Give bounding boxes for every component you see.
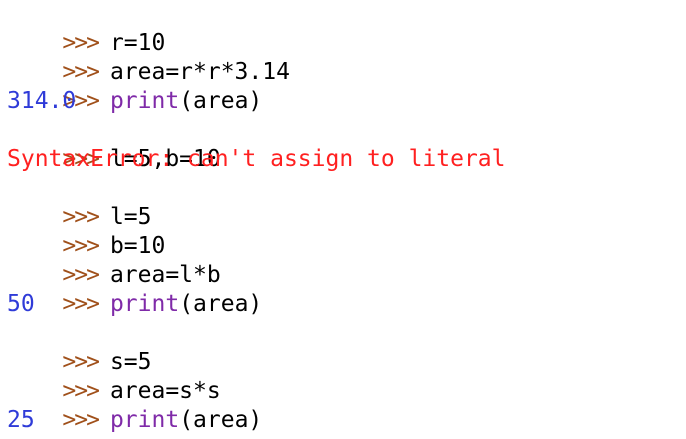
builtin-keyword: print xyxy=(109,291,180,317)
shell-line-error: SyntaxError: can't assign to literal xyxy=(7,146,506,172)
shell-prompt: >>> xyxy=(62,349,100,375)
shell-prompt: >>> xyxy=(62,59,100,85)
builtin-keyword: print xyxy=(109,88,180,114)
input-code: area=l*b xyxy=(109,262,221,288)
builtin-keyword: print xyxy=(109,407,180,433)
shell-line-input: >>> l=5 xyxy=(0,174,686,230)
input-code: s=5 xyxy=(109,349,152,375)
input-code: (area) xyxy=(179,291,263,317)
shell-prompt: >>> xyxy=(62,233,100,259)
python-shell[interactable]: >>> r=10 >>> area=r*r*3.14 >>> print(area) … xyxy=(0,0,686,439)
shell-prompt: >>> xyxy=(62,204,100,230)
input-code: area=s*s xyxy=(109,378,221,404)
shell-line-input: >>> l=5,b=10 xyxy=(0,116,686,172)
input-code: (area) xyxy=(179,407,263,433)
input-code: b=10 xyxy=(109,233,166,259)
shell-prompt: >>> xyxy=(62,378,100,404)
shell-prompt: >>> xyxy=(62,407,100,433)
input-code: l=5 xyxy=(109,204,152,230)
input-code: area=r*r*3.14 xyxy=(109,59,290,85)
input-code: r=10 xyxy=(109,30,166,56)
input-code: (area) xyxy=(179,88,263,114)
shell-prompt: >>> xyxy=(62,262,100,288)
shell-prompt: >>> xyxy=(62,291,100,317)
shell-line-input: >>> s=5 xyxy=(0,319,686,375)
shell-prompt: >>> xyxy=(62,30,100,56)
shell-line-input: >>> r=10 xyxy=(0,0,686,56)
